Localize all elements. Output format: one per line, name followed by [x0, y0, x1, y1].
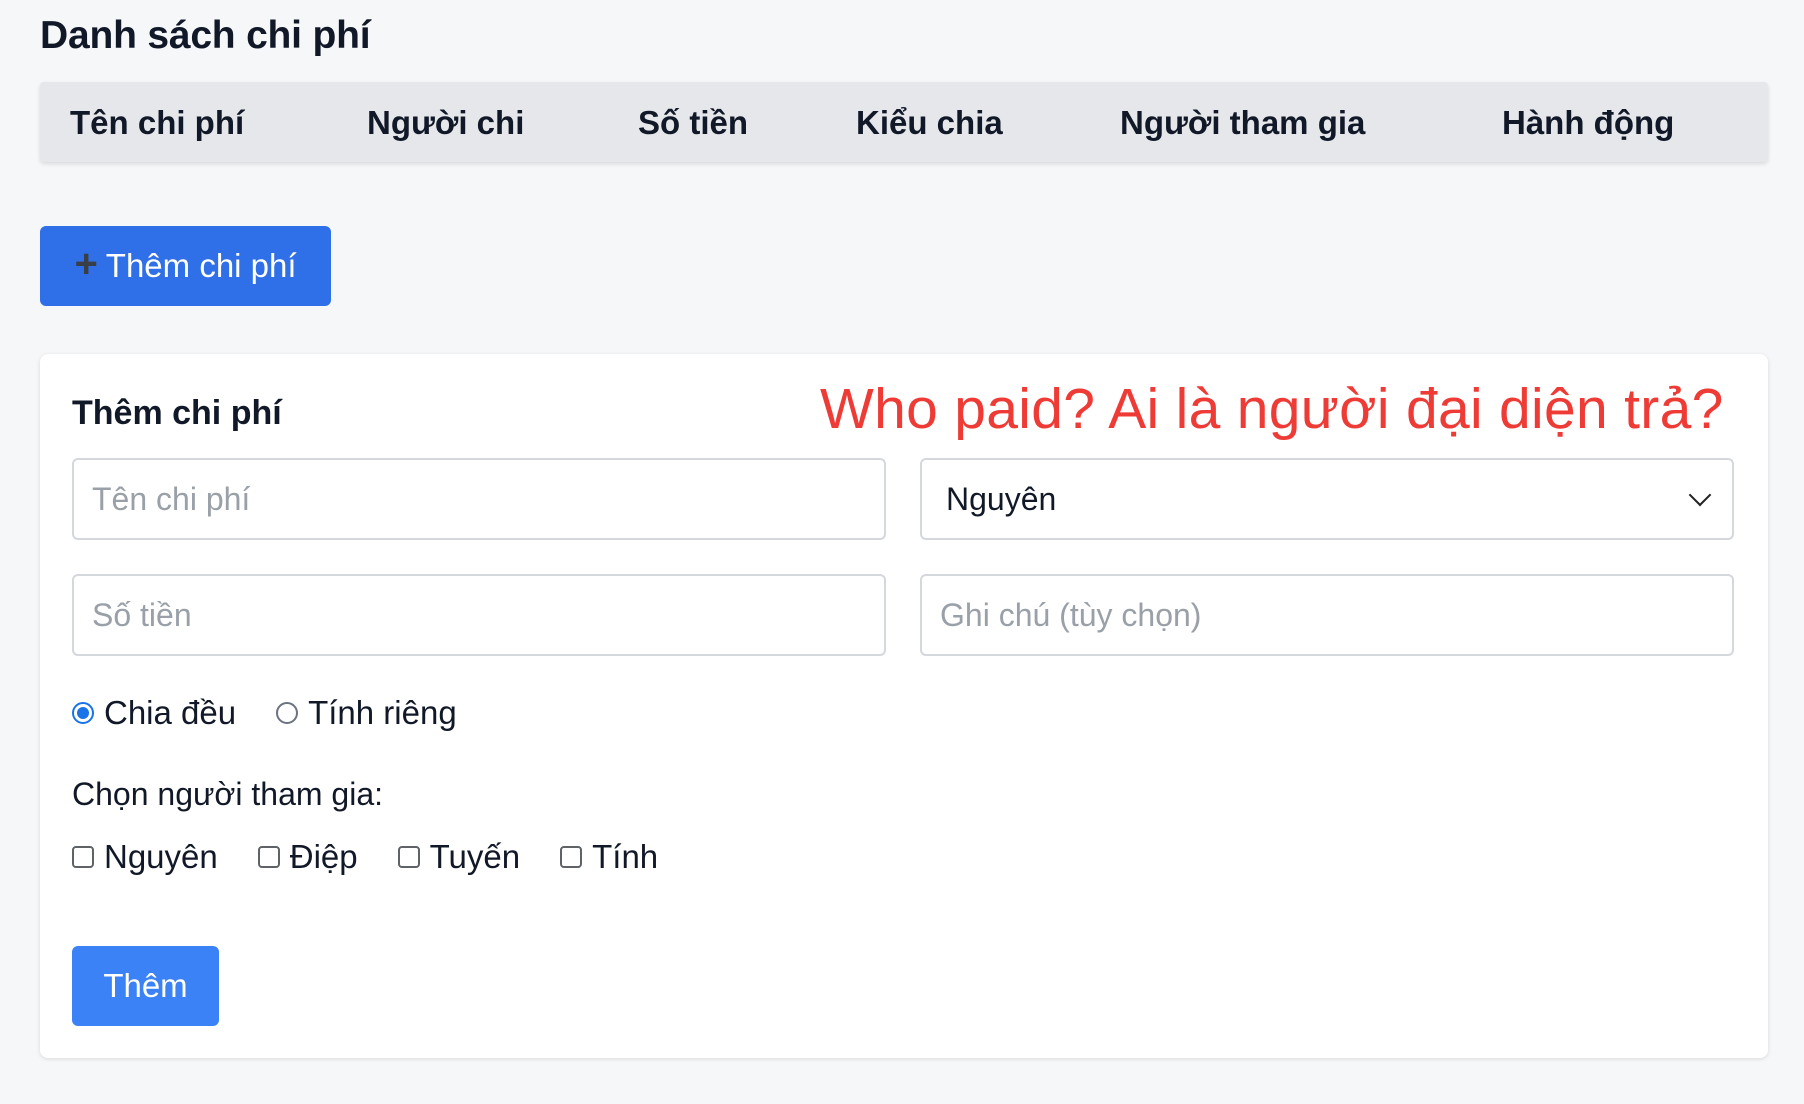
- split-custom-label: Tính riêng: [308, 694, 457, 731]
- participant-checkbox-nguyen[interactable]: [72, 846, 94, 868]
- column-header-expense-name[interactable]: Tên chi phí: [70, 104, 244, 142]
- participant-label-tuyen: Tuyến: [429, 838, 521, 875]
- expense-table-header: Tên chi phí Người chi Số tiền Kiểu chia …: [40, 82, 1768, 162]
- add-expense-button[interactable]: + Thêm chi phí: [40, 226, 331, 306]
- submit-button[interactable]: Thêm: [72, 946, 219, 1026]
- participant-option-tinh[interactable]: Tính: [560, 838, 658, 876]
- split-custom-option[interactable]: Tính riêng: [276, 694, 457, 732]
- participant-checkbox-tuyen[interactable]: [397, 846, 420, 868]
- participant-option-nguyen[interactable]: Nguyên: [72, 838, 218, 876]
- split-custom-radio[interactable]: [276, 702, 299, 724]
- plus-icon: +: [74, 242, 98, 286]
- amount-input[interactable]: [72, 574, 886, 656]
- participant-label-nguyen: Nguyên: [104, 838, 218, 875]
- participant-label-diep: Điệp: [289, 838, 358, 875]
- page-title: Danh sách chi phí: [40, 14, 371, 57]
- column-header-actions[interactable]: Hành động: [1502, 104, 1674, 142]
- payer-select-value: Nguyên: [946, 480, 1057, 517]
- participant-label-tinh: Tính: [592, 838, 659, 875]
- participant-option-diep[interactable]: Điệp: [257, 838, 358, 876]
- add-expense-form: Thêm chi phí Who paid? Ai là người đại d…: [40, 354, 1768, 1058]
- column-header-participants[interactable]: Người tham gia: [1120, 104, 1365, 142]
- column-header-amount[interactable]: Số tiền: [638, 104, 748, 142]
- note-input[interactable]: [920, 574, 1734, 656]
- split-type-group: Chia đều Tính riêng: [72, 694, 497, 732]
- form-title: Thêm chi phí: [72, 394, 282, 432]
- split-equal-label: Chia đều: [104, 694, 237, 731]
- participant-checkbox-diep[interactable]: [257, 846, 280, 868]
- participant-checkbox-tinh[interactable]: [560, 846, 583, 868]
- chevron-down-icon: [1688, 483, 1712, 507]
- annotation-text: Who paid? Ai là người đại diện trả?: [820, 377, 1724, 441]
- split-equal-radio[interactable]: [72, 702, 94, 724]
- payer-select[interactable]: Nguyên: [920, 458, 1734, 540]
- column-header-payer[interactable]: Người chi: [367, 104, 524, 142]
- participants-label: Chọn người tham gia:: [72, 776, 384, 812]
- add-expense-button-label: Thêm chi phí: [105, 247, 297, 284]
- column-header-split-type[interactable]: Kiểu chia: [856, 104, 1003, 142]
- participants-group: Nguyên Điệp Tuyến Tính: [72, 838, 698, 876]
- participant-option-tuyen[interactable]: Tuyến: [397, 838, 521, 876]
- expense-name-input[interactable]: [72, 458, 886, 540]
- split-equal-option[interactable]: Chia đều: [72, 694, 236, 732]
